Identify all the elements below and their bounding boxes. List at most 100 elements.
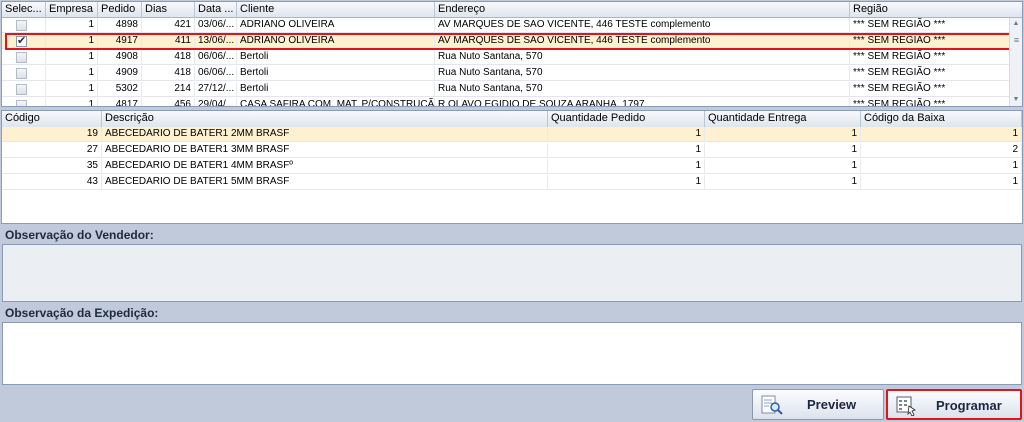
order-pedido: 4909 [98, 66, 142, 81]
col-header-descricao[interactable]: Descrição [102, 111, 548, 127]
order-cliente: ADRIANO OLIVEIRA [237, 18, 435, 33]
item-codigo: 43 [2, 175, 102, 190]
observacao-expedicao-field[interactable] [2, 322, 1022, 385]
order-regiao: *** SEM REGIÃO *** [850, 98, 1010, 106]
order-row-selected[interactable]: 1 4917 411 13/06/... ADRIANO OLIVEIRA AV… [2, 34, 1010, 49]
order-endereco: R OLAVO EGIDIO DE SOUZA ARANHA, 1797 [435, 98, 850, 106]
item-qtd-entrega: 1 [705, 143, 861, 158]
item-qtd-pedido: 1 [548, 127, 705, 142]
order-data: 03/06/... [195, 18, 237, 33]
order-regiao: *** SEM REGIÃO *** [850, 34, 1010, 49]
col-header-empresa[interactable]: Empresa [46, 2, 98, 18]
order-data: 27/12/... [195, 82, 237, 97]
order-data: 13/06/... [195, 34, 237, 49]
col-header-data[interactable]: Data ... [195, 2, 237, 18]
order-endereco: Rua Nuto Santana, 570 [435, 82, 850, 97]
order-regiao: *** SEM REGIÃO *** [850, 50, 1010, 65]
col-header-codigo-baixa[interactable]: Código da Baixa [861, 111, 1022, 127]
item-qtd-pedido: 1 [548, 159, 705, 174]
order-pedido: 5302 [98, 82, 142, 97]
order-pedido: 4817 [98, 98, 142, 106]
item-cod-baixa: 1 [861, 127, 1022, 142]
orders-grid[interactable]: Selec... Empresa Pedido Dias Data ... Cl… [1, 1, 1023, 107]
order-row[interactable]: 1 4817 456 29/04/... CASA SAFIRA COM. MA… [2, 98, 1010, 106]
select-checkbox[interactable] [16, 52, 27, 63]
col-header-quantidade-entrega[interactable]: Quantidade Entrega [705, 111, 861, 127]
order-row[interactable]: 1 5302 214 27/12/... Bertoli Rua Nuto Sa… [2, 82, 1010, 97]
order-dias: 214 [142, 82, 195, 97]
order-endereco: Rua Nuto Santana, 570 [435, 66, 850, 81]
item-row[interactable]: 35 ABECEDARIO DE BATER1 4MM BRASFº 1 1 1 [2, 159, 1022, 174]
order-endereco: Rua Nuto Santana, 570 [435, 50, 850, 65]
order-pedido: 4898 [98, 18, 142, 33]
order-empresa: 1 [46, 82, 98, 97]
col-header-pedido[interactable]: Pedido [98, 2, 142, 18]
orders-grid-header: Selec... Empresa Pedido Dias Data ... Cl… [2, 2, 1022, 18]
order-row[interactable]: 1 4898 421 03/06/... ADRIANO OLIVEIRA AV… [2, 18, 1010, 33]
programar-schedule-icon [896, 396, 916, 416]
item-row-selected[interactable]: 19 ABECEDARIO DE BATER1 2MM BRASF 1 1 1 [2, 127, 1022, 142]
order-data: 06/06/... [195, 66, 237, 81]
observacao-vendedor-label: Observação do Vendedor: [5, 228, 154, 242]
col-header-dias[interactable]: Dias [142, 2, 195, 18]
item-cod-baixa: 2 [861, 143, 1022, 158]
item-codigo: 27 [2, 143, 102, 158]
preview-magnifier-icon [761, 395, 783, 415]
order-cliente: Bertoli [237, 50, 435, 65]
order-dias: 421 [142, 18, 195, 33]
preview-button-label: Preview [807, 397, 857, 412]
order-data: 06/06/... [195, 50, 237, 65]
order-row[interactable]: 1 4908 418 06/06/... Bertoli Rua Nuto Sa… [2, 50, 1010, 65]
item-row[interactable]: 43 ABECEDARIO DE BATER1 5MM BRASF 1 1 1 [2, 175, 1022, 190]
order-regiao: *** SEM REGIÃO *** [850, 18, 1010, 33]
programar-button[interactable]: Programar [886, 389, 1022, 420]
col-header-selecionar[interactable]: Selec... [2, 2, 46, 18]
item-descricao: ABECEDARIO DE BATER1 3MM BRASF [102, 143, 548, 158]
scroll-thumb-grip-icon[interactable]: ≡ [1012, 32, 1021, 48]
order-dias: 418 [142, 50, 195, 65]
item-codigo: 35 [2, 159, 102, 174]
select-checkbox[interactable] [16, 20, 27, 31]
order-endereco: AV MARQUES DE SAO VICENTE, 446 TESTE com… [435, 34, 850, 49]
item-row[interactable]: 27 ABECEDARIO DE BATER1 3MM BRASF 1 1 2 [2, 143, 1022, 158]
order-empresa: 1 [46, 34, 98, 49]
order-empresa: 1 [46, 18, 98, 33]
items-grid[interactable]: Código Descrição Quantidade Pedido Quant… [1, 110, 1023, 224]
col-header-quantidade-pedido[interactable]: Quantidade Pedido [548, 111, 705, 127]
col-header-regiao[interactable]: Região [850, 2, 1022, 18]
observacao-vendedor-field[interactable] [2, 244, 1022, 302]
select-checkbox[interactable] [16, 68, 27, 79]
order-data: 29/04/... [195, 98, 237, 106]
select-checkbox-checked[interactable] [16, 34, 27, 48]
order-empresa: 1 [46, 98, 98, 106]
select-checkbox[interactable] [16, 100, 27, 106]
item-codigo: 19 [2, 127, 102, 142]
col-header-endereco[interactable]: Endereço [435, 2, 850, 18]
col-header-codigo[interactable]: Código [2, 111, 102, 127]
order-dias: 411 [142, 34, 195, 49]
preview-button[interactable]: Preview [752, 389, 884, 420]
order-dias: 456 [142, 98, 195, 106]
item-qtd-pedido: 1 [548, 143, 705, 158]
scroll-up-arrow-icon[interactable]: ▲ [1010, 18, 1022, 30]
programar-button-label: Programar [936, 398, 1002, 413]
scroll-down-arrow-icon[interactable]: ▼ [1010, 94, 1022, 106]
items-grid-header: Código Descrição Quantidade Pedido Quant… [2, 111, 1022, 127]
observacao-expedicao-label: Observação da Expedição: [5, 306, 159, 320]
item-qtd-pedido: 1 [548, 175, 705, 190]
order-endereco: AV MARQUES DE SAO VICENTE, 446 TESTE com… [435, 18, 850, 33]
orders-scrollbar[interactable]: ▲ ≡ ▼ [1009, 18, 1022, 106]
order-row[interactable]: 1 4909 418 06/06/... Bertoli Rua Nuto Sa… [2, 66, 1010, 81]
order-cliente: ADRIANO OLIVEIRA [237, 34, 435, 49]
item-cod-baixa: 1 [861, 175, 1022, 190]
order-regiao: *** SEM REGIÃO *** [850, 66, 1010, 81]
order-regiao: *** SEM REGIÃO *** [850, 82, 1010, 97]
col-header-cliente[interactable]: Cliente [237, 2, 435, 18]
order-pedido: 4917 [98, 34, 142, 49]
order-cliente: Bertoli [237, 66, 435, 81]
order-dias: 418 [142, 66, 195, 81]
item-qtd-entrega: 1 [705, 127, 861, 142]
select-checkbox[interactable] [16, 84, 27, 95]
order-empresa: 1 [46, 50, 98, 65]
item-qtd-entrega: 1 [705, 175, 861, 190]
